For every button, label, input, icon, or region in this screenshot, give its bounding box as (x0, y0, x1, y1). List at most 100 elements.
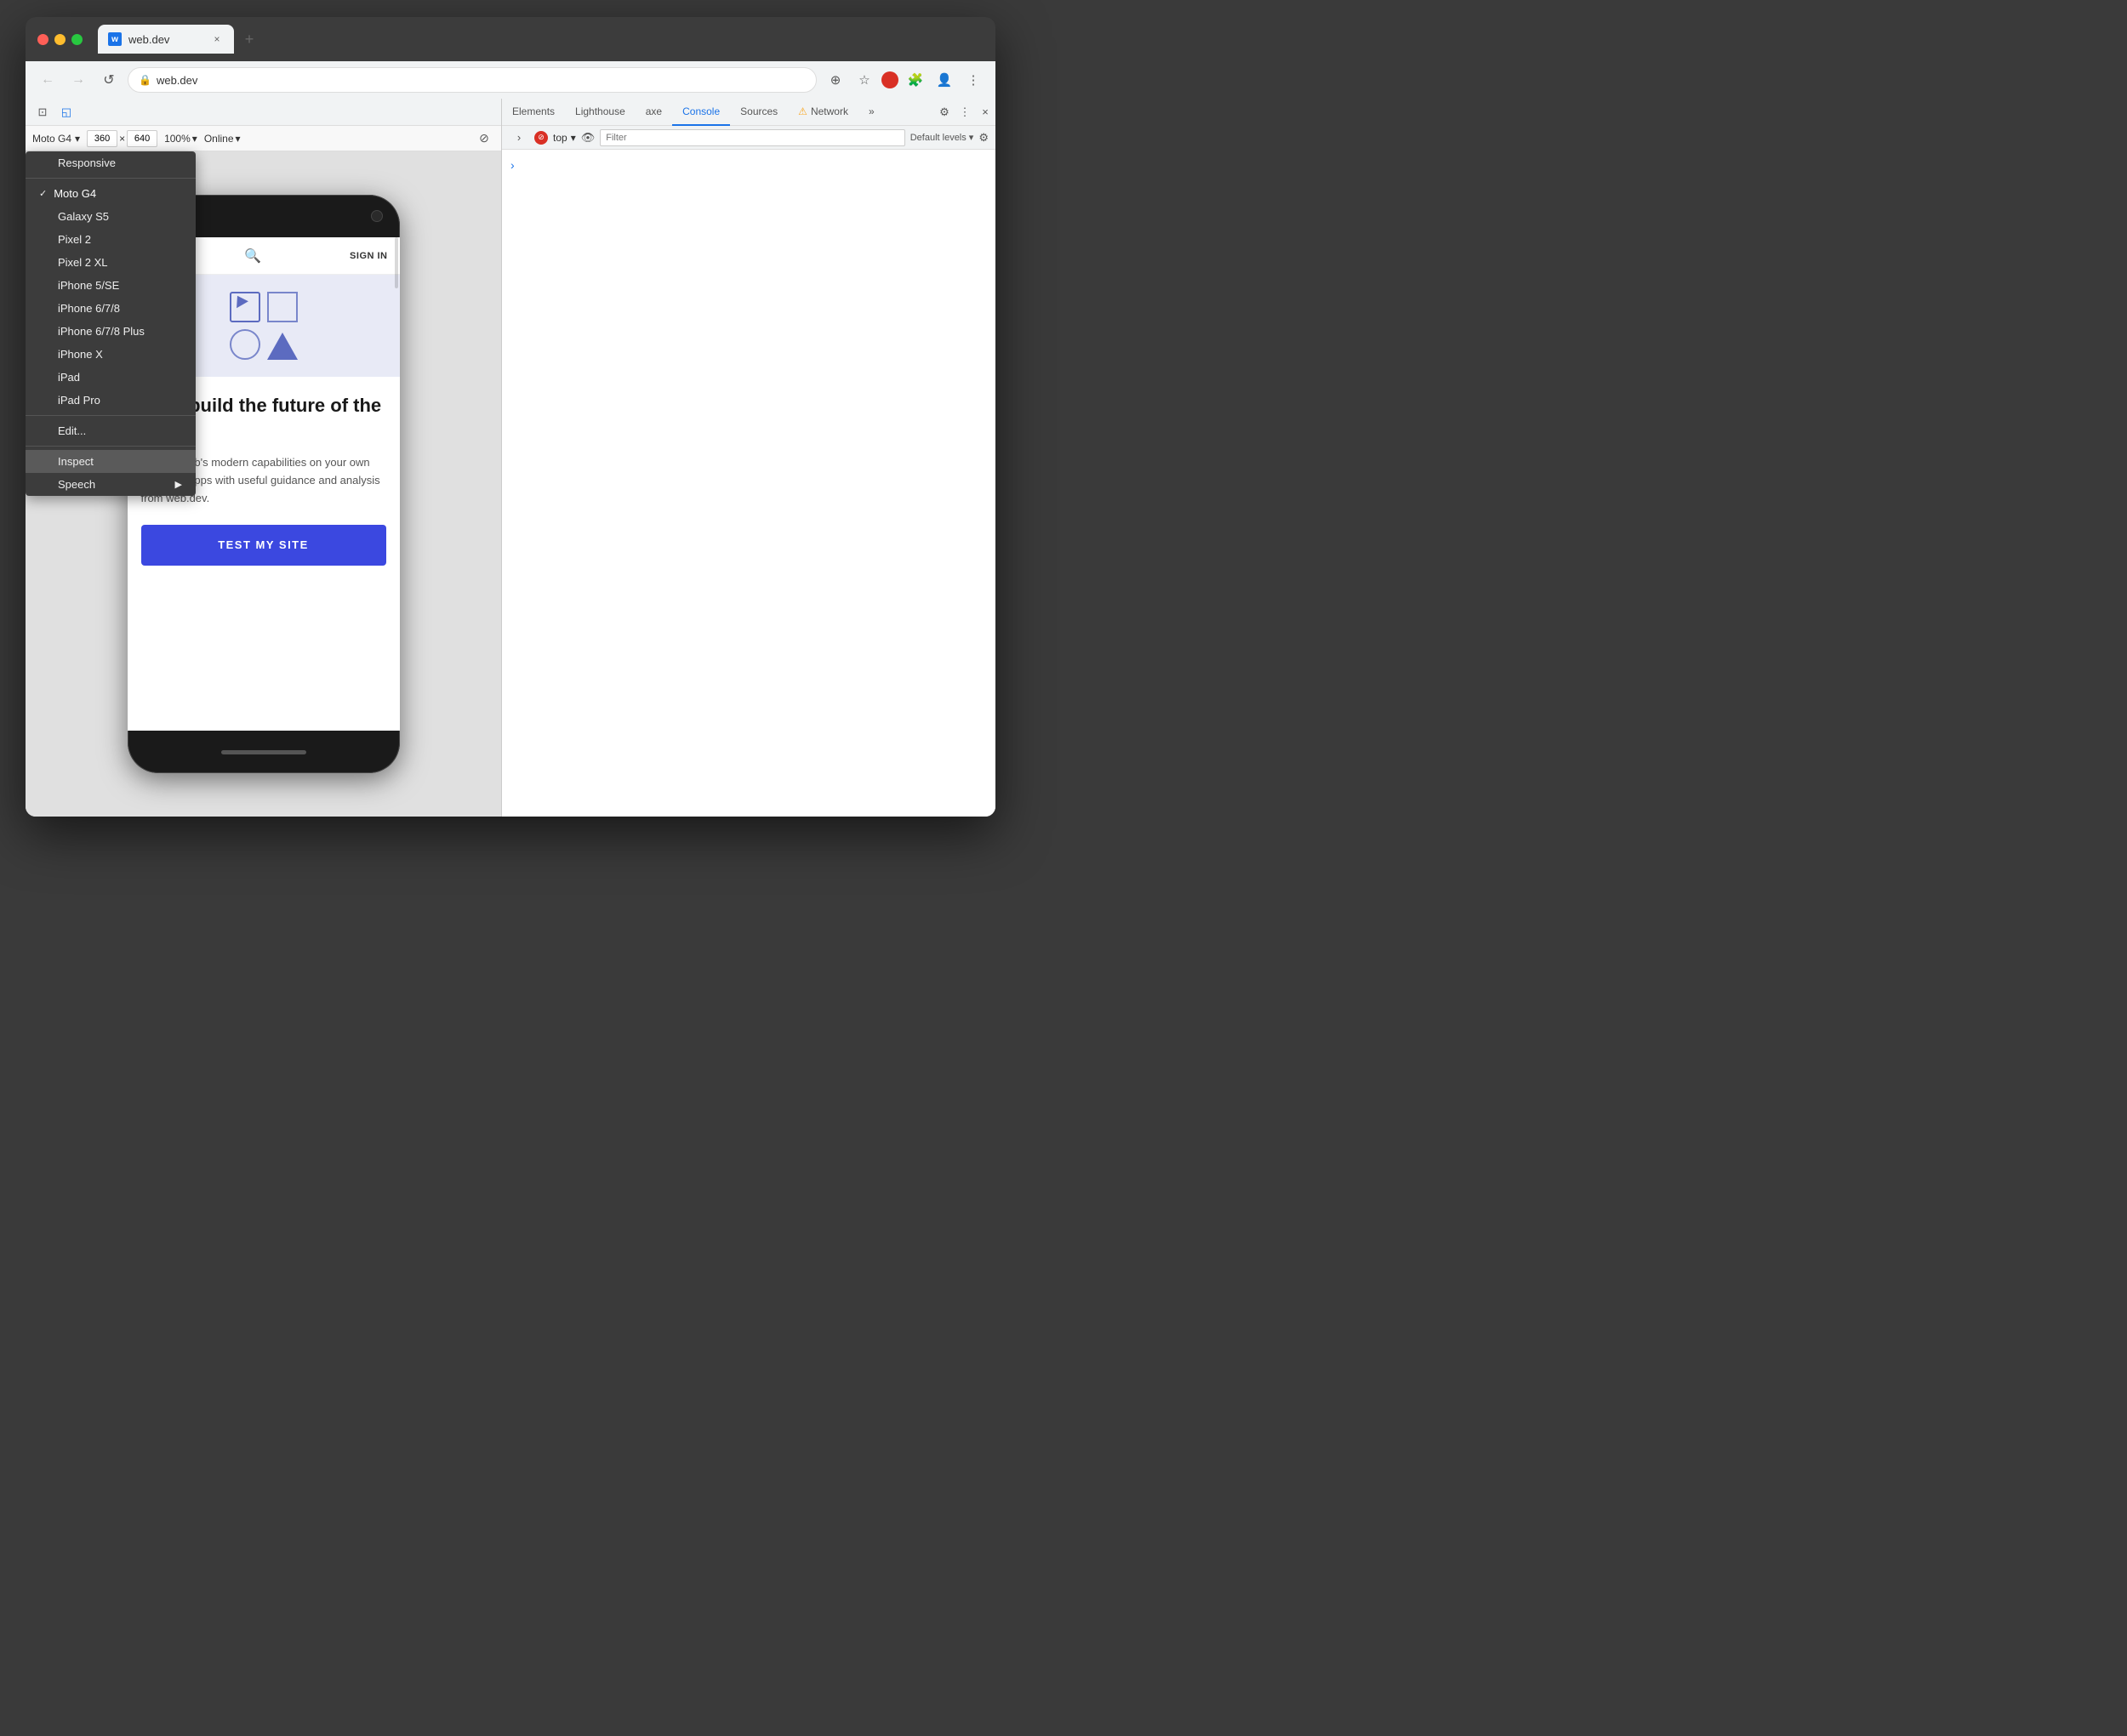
viewport-panel: ⊡ ◱ Moto G4 ▾ × 100% ▾ On (26, 99, 502, 817)
dropdown-item-iphone-678-plus[interactable]: iPhone 6/7/8 Plus (26, 320, 196, 343)
console-eye-icon[interactable]: 👁 (581, 131, 596, 145)
console-sidebar-toggle[interactable]: › (509, 128, 529, 148)
rotate-icon[interactable]: ⊘ (474, 128, 494, 149)
tab-sources[interactable]: Sources (730, 99, 788, 126)
close-button[interactable] (37, 34, 48, 45)
devtools-toolbar-icons: ⚙ ⋮ × (934, 102, 995, 122)
device-selector[interactable]: Moto G4 ▾ (32, 133, 80, 145)
dropdown-item-iphone-678[interactable]: iPhone 6/7/8 (26, 297, 196, 320)
tab-more[interactable]: » (858, 99, 885, 126)
tab-bar: w web.dev × + (98, 25, 984, 54)
dropdown-item-inspect[interactable]: Inspect (26, 450, 196, 473)
tab-console-label: Console (682, 105, 720, 117)
dropdown-item-pixel-2[interactable]: Pixel 2 (26, 228, 196, 251)
dropdown-item-label-moto-g4: Moto G4 (54, 187, 96, 200)
devtools-tabs: Elements Lighthouse axe Console Sources … (502, 99, 995, 126)
bookmark-icon[interactable]: ☆ (853, 68, 876, 92)
tab-title: web.dev (128, 33, 203, 46)
device-toggle-icon[interactable]: ◱ (56, 102, 77, 122)
tab-console[interactable]: Console (672, 99, 730, 126)
tab-network[interactable]: ⚠ Network (788, 99, 858, 126)
console-content-area: › (502, 150, 995, 817)
hero-shape-triangle (267, 333, 298, 360)
device-name-label: Moto G4 (32, 133, 71, 145)
menu-icon[interactable]: ⋮ (961, 68, 985, 92)
active-tab[interactable]: w web.dev × (98, 25, 234, 54)
tab-sources-label: Sources (740, 105, 778, 117)
forward-button[interactable]: → (66, 68, 90, 92)
tab-lighthouse-label: Lighthouse (575, 105, 625, 117)
extensions-icon[interactable]: 🧩 (904, 68, 927, 92)
dropdown-separator-3 (26, 446, 196, 447)
phone-home-bar (221, 750, 306, 754)
maximize-button[interactable] (71, 34, 83, 45)
dropdown-item-galaxy-s5[interactable]: Galaxy S5 (26, 205, 196, 228)
test-my-site-button[interactable]: TEST MY SITE (141, 525, 386, 566)
reload-button[interactable]: ↺ (97, 68, 121, 92)
url-text: web.dev (157, 74, 806, 87)
dropdown-item-label-pixel-2-xl: Pixel 2 XL (58, 256, 108, 269)
dropdown-item-label-ipad: iPad (58, 371, 80, 384)
phone-search-icon[interactable]: 🔍 (244, 248, 261, 265)
network-warning-icon: ⚠ (798, 105, 807, 117)
dropdown-item-iphone-5se[interactable]: iPhone 5/SE (26, 274, 196, 297)
console-toolbar: › ⊘ top ▾ 👁 Default levels ▾ ⚙ (502, 126, 995, 150)
device-dropdown-menu: Responsive ✓ Moto G4 Galaxy S5 Pixel (26, 151, 196, 496)
dropdown-item-label-inspect: Inspect (58, 455, 94, 468)
address-bar: ← → ↺ 🔒 web.dev ⊕ ☆ 🧩 👤 ⋮ (26, 61, 995, 99)
console-context-label: top (553, 132, 567, 144)
speech-submenu-arrow: ▶ (175, 479, 182, 490)
hero-shapes (230, 292, 298, 360)
zoom-selector[interactable]: 100% ▾ (164, 133, 197, 145)
extension-icon[interactable] (881, 71, 898, 88)
tab-axe[interactable]: axe (636, 99, 672, 126)
dropdown-item-iphone-x[interactable]: iPhone X (26, 343, 196, 366)
url-bar[interactable]: 🔒 web.dev (128, 67, 817, 93)
zoom-arrow: ▾ (192, 133, 197, 145)
dimension-box: × (87, 130, 157, 147)
dropdown-item-label-iphone-678-plus: iPhone 6/7/8 Plus (58, 325, 145, 338)
dropdown-item-edit[interactable]: Edit... (26, 419, 196, 442)
new-tab-button[interactable]: + (237, 27, 261, 51)
dropdown-item-responsive[interactable]: Responsive (26, 151, 196, 174)
back-button[interactable]: ← (36, 68, 60, 92)
console-settings-icon[interactable]: ⚙ (978, 131, 989, 145)
dropdown-separator-2 (26, 415, 196, 416)
dropdown-item-speech[interactable]: Speech ▶ (26, 473, 196, 496)
phone-scrollbar[interactable] (395, 237, 398, 288)
minimize-button[interactable] (54, 34, 66, 45)
dropdown-item-moto-g4[interactable]: ✓ Moto G4 (26, 182, 196, 205)
devtools-more-icon[interactable]: ⋮ (955, 102, 975, 122)
tab-elements[interactable]: Elements (502, 99, 565, 126)
height-input[interactable] (127, 130, 157, 147)
console-caret: › (510, 158, 515, 172)
dropdown-item-pixel-2-xl[interactable]: Pixel 2 XL (26, 251, 196, 274)
dropdown-item-ipad[interactable]: iPad (26, 366, 196, 389)
console-filter-input[interactable] (600, 129, 904, 146)
devtools-top-icons: ⊡ ◱ (26, 99, 501, 126)
devtools-close-icon[interactable]: × (975, 102, 995, 122)
console-context-selector[interactable]: top ▾ (553, 132, 576, 144)
main-area: ⊡ ◱ Moto G4 ▾ × 100% ▾ On (26, 99, 995, 817)
devtools-panel: Elements Lighthouse axe Console Sources … (502, 99, 995, 817)
inspect-element-icon[interactable]: ⊡ (32, 102, 53, 122)
width-input[interactable] (87, 130, 117, 147)
tab-lighthouse[interactable]: Lighthouse (565, 99, 636, 126)
dropdown-item-label-iphone-x: iPhone X (58, 348, 103, 361)
console-level-selector[interactable]: Default levels ▾ (910, 132, 974, 143)
network-throttle-selector[interactable]: Online ▾ (204, 133, 241, 145)
tab-network-label: Network (811, 105, 848, 117)
cast-icon[interactable]: ⊕ (824, 68, 847, 92)
responsive-bar: Moto G4 ▾ × 100% ▾ Online ▾ ⊘ (26, 126, 501, 151)
zoom-label: 100% (164, 133, 191, 145)
hero-shape-cursor (230, 292, 260, 322)
console-clear-button[interactable]: ⊘ (534, 131, 548, 145)
toolbar-right: ⊕ ☆ 🧩 👤 ⋮ (824, 68, 985, 92)
dropdown-item-ipad-pro[interactable]: iPad Pro (26, 389, 196, 412)
profile-icon[interactable]: 👤 (932, 68, 956, 92)
device-name-arrow: ▾ (75, 133, 80, 145)
hero-shape-circle (230, 329, 260, 360)
devtools-settings-icon[interactable]: ⚙ (934, 102, 955, 122)
tab-close-button[interactable]: × (210, 32, 224, 46)
phone-signin-button[interactable]: SIGN IN (350, 251, 387, 261)
